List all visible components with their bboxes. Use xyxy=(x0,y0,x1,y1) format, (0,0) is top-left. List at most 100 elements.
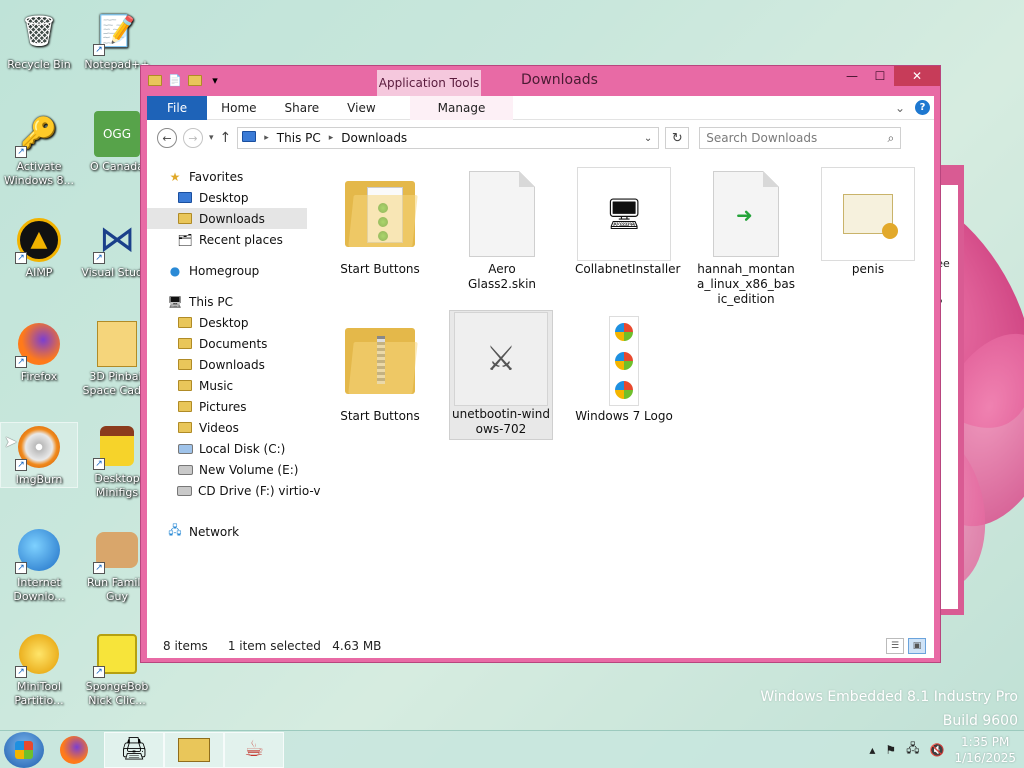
volume-muted-icon[interactable]: 🔇 xyxy=(930,743,945,757)
nav-label: Music xyxy=(199,378,234,393)
properties-icon[interactable]: 📄 xyxy=(167,72,183,88)
minitool-wand-icon: ↗ xyxy=(15,630,63,678)
forward-button[interactable]: → xyxy=(183,128,203,148)
desktop-icon-activate-windows[interactable]: 🔑 ↗ Activate Windows 8... xyxy=(0,110,78,188)
idm-globe-icon: ↗ xyxy=(15,526,63,574)
blank-file-icon xyxy=(453,166,551,262)
star-icon: ★ xyxy=(169,169,181,184)
nav-fav-desktop[interactable]: Desktop xyxy=(147,187,307,208)
desktop-icon-firefox[interactable]: ↗ Firefox xyxy=(0,320,78,384)
help-icon[interactable]: ? xyxy=(915,100,930,115)
close-button[interactable]: ✕ xyxy=(894,66,940,86)
desktop-icon-internet-download[interactable]: ↗ Internet Downlo... xyxy=(0,526,78,604)
nav-label: Downloads xyxy=(199,211,265,226)
details-view-icon[interactable]: ☰ xyxy=(886,638,904,654)
family-guy-icon: ↗ xyxy=(93,526,141,574)
tab-home[interactable]: Home xyxy=(207,96,270,120)
desktop-icon-recycle-bin[interactable]: 🗑 Recycle Bin xyxy=(0,8,78,72)
nav-pc-new-volume[interactable]: New Volume (E:) xyxy=(147,459,307,480)
status-bar: 8 items 1 item selected 4.63 MB ☰ ▣ xyxy=(147,634,934,658)
app-icon[interactable] xyxy=(147,72,163,88)
up-button[interactable]: ↑ xyxy=(220,130,232,146)
nav-homegroup[interactable]: ● Homegroup xyxy=(147,260,307,281)
folder-icon xyxy=(177,421,193,435)
breadcrumb-this-pc[interactable]: This PC xyxy=(277,131,321,145)
clock[interactable]: 1:35 PM 1/16/2025 xyxy=(954,734,1016,766)
large-icons-view-icon[interactable]: ▣ xyxy=(908,638,926,654)
minimize-button[interactable]: — xyxy=(838,66,866,86)
desktop-icon-label: Firefox xyxy=(20,370,58,383)
desktop-icon-aimp[interactable]: ▲ ↗ AIMP xyxy=(0,216,78,280)
taskbar-file-explorer[interactable] xyxy=(164,731,224,768)
back-button[interactable]: ← xyxy=(157,128,177,148)
file-item[interactable]: 🖥 CollabnetInstaller xyxy=(575,166,681,277)
nav-pc-music[interactable]: Music xyxy=(147,375,307,396)
address-dropdown-icon[interactable]: ⌄ xyxy=(644,133,658,144)
tab-view[interactable]: View xyxy=(333,96,389,120)
window-content: ★ Favorites Desktop Downloads 🗂 Recent p… xyxy=(147,156,934,634)
key-icon: 🔑 ↗ xyxy=(15,110,63,158)
desktop-icon-minitool[interactable]: ↗ MiniTool Partitio... xyxy=(0,630,78,708)
action-center-flag-icon[interactable]: ⚑ xyxy=(885,743,896,757)
recent-locations-icon[interactable]: ▾ xyxy=(209,133,214,143)
tab-file[interactable]: File xyxy=(147,95,208,120)
desktop-icon-label: MiniTool Partitio... xyxy=(14,680,64,707)
title-bar[interactable]: 📄 ▾ Application Tools Downloads — ☐ ✕ xyxy=(141,66,940,96)
file-name: Start Buttons xyxy=(340,409,420,423)
cd-drive-icon xyxy=(177,484,192,498)
selection-info: 1 item selected 4.63 MB xyxy=(227,639,382,653)
nav-network[interactable]: 🖧 Network xyxy=(147,521,307,542)
nav-pc-downloads[interactable]: Downloads xyxy=(147,354,307,375)
nav-pc-desktop[interactable]: Desktop xyxy=(147,312,307,333)
nav-label: Pictures xyxy=(199,399,247,414)
item-count: 8 items xyxy=(163,639,208,653)
file-name: Aero Glass2.skin xyxy=(467,262,537,291)
nav-label: CD Drive (F:) virtio-v xyxy=(198,483,321,498)
show-hidden-icons[interactable]: ▴ xyxy=(869,743,875,757)
explorer-window[interactable]: 📄 ▾ Application Tools Downloads — ☐ ✕ Fi… xyxy=(140,65,941,663)
nav-favorites[interactable]: ★ Favorites xyxy=(147,166,307,187)
desktop-icon-label: Internet Downlo... xyxy=(13,576,65,603)
drive-icon xyxy=(177,463,193,477)
file-item[interactable]: ➜ hannah_montana_linux_x86_basic_edition xyxy=(697,166,795,307)
folder-icon xyxy=(177,400,193,414)
nav-pc-cd-drive[interactable]: CD Drive (F:) virtio-v xyxy=(147,480,321,501)
file-item[interactable]: penis xyxy=(819,166,917,277)
nav-this-pc[interactable]: 🖥 This PC xyxy=(147,291,307,312)
file-item[interactable]: Aero Glass2.skin xyxy=(453,166,551,292)
nav-fav-downloads[interactable]: Downloads xyxy=(147,208,307,229)
nav-fav-recent[interactable]: 🗂 Recent places xyxy=(147,229,307,250)
desktop-icon-notepad-plus[interactable]: 📝 ↗ Notepad++ xyxy=(78,8,156,72)
nav-label: Desktop xyxy=(199,190,249,205)
customize-qat-icon[interactable]: ▾ xyxy=(207,72,223,88)
start-button[interactable] xyxy=(4,731,44,768)
taskbar-firefox[interactable] xyxy=(54,732,94,768)
new-folder-icon[interactable] xyxy=(187,72,203,88)
address-bar[interactable]: ▸ This PC ▸ Downloads ⌄ xyxy=(237,127,660,149)
search-icon: ⌕ xyxy=(887,130,895,145)
os-watermark: Windows Embedded 8.1 Industry Pro Build … xyxy=(760,689,1018,729)
file-item-selected[interactable]: ⚔ unetbootin-windows-702 xyxy=(449,310,553,440)
nav-pc-documents[interactable]: Documents xyxy=(147,333,307,354)
refresh-button[interactable]: ↻ xyxy=(665,127,690,149)
expand-ribbon-icon[interactable]: ⌄ xyxy=(895,101,905,115)
maximize-button[interactable]: ☐ xyxy=(866,66,894,86)
breadcrumb-downloads[interactable]: Downloads xyxy=(341,131,407,145)
nav-pc-videos[interactable]: Videos xyxy=(147,417,307,438)
nav-pc-local-disk[interactable]: Local Disk (C:) xyxy=(147,438,307,459)
network-status-icon[interactable]: 🖧 xyxy=(906,739,919,760)
file-item[interactable]: Windows 7 Logo xyxy=(575,313,673,424)
computer-icon: 🖥 xyxy=(167,294,183,309)
recycle-bin-icon: 🗑 xyxy=(19,14,59,49)
nav-pc-pictures[interactable]: Pictures xyxy=(147,396,307,417)
tab-share[interactable]: Share xyxy=(271,96,334,120)
tab-manage[interactable]: Manage xyxy=(409,95,514,120)
folder-icon xyxy=(177,316,193,330)
search-placeholder: Search Downloads xyxy=(706,131,818,145)
file-list: Start Buttons Aero Glass2.skin 🖥 Collabn… xyxy=(327,156,934,634)
taskbar-java[interactable]: ☕ xyxy=(224,731,284,768)
file-item[interactable]: Start Buttons xyxy=(331,166,429,277)
file-item[interactable]: Start Buttons xyxy=(331,313,429,424)
taskbar-control-panel[interactable]: 🖨 xyxy=(104,731,164,768)
search-input[interactable]: Search Downloads ⌕ xyxy=(699,127,902,149)
